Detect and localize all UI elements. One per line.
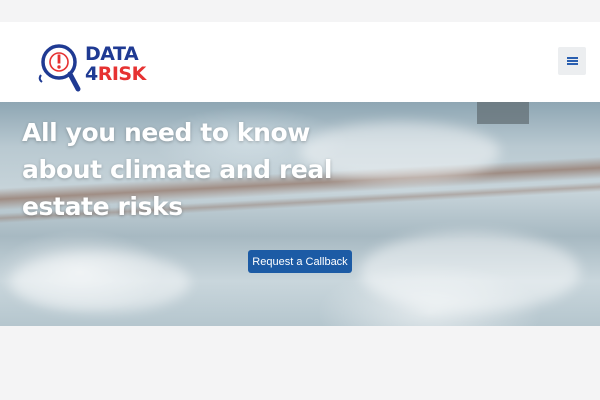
menu-toggle-button[interactable] bbox=[558, 47, 586, 75]
request-callback-button[interactable]: Request a Callback bbox=[248, 250, 352, 273]
hero-title: All you need to know about climate and r… bbox=[22, 118, 333, 221]
logo-line-risk: 4RISK bbox=[85, 65, 146, 84]
logo[interactable]: DATA 4RISK bbox=[38, 41, 158, 93]
hero-foam bbox=[360, 232, 580, 312]
top-strip bbox=[0, 0, 600, 22]
site-header: DATA 4RISK bbox=[0, 22, 600, 102]
hero-foam bbox=[10, 252, 190, 312]
page-content-area bbox=[0, 326, 600, 400]
magnifier-alert-icon bbox=[38, 44, 81, 92]
logo-line-data: DATA bbox=[85, 43, 139, 65]
hamburger-menu-icon bbox=[566, 57, 578, 65]
hero-banner: All you need to know about climate and r… bbox=[0, 102, 600, 326]
logo-digit: 4 bbox=[85, 63, 98, 85]
logo-wordmark: DATA 4RISK bbox=[85, 45, 146, 84]
hero-dock bbox=[477, 102, 529, 124]
logo-word-risk: RISK bbox=[97, 63, 147, 85]
